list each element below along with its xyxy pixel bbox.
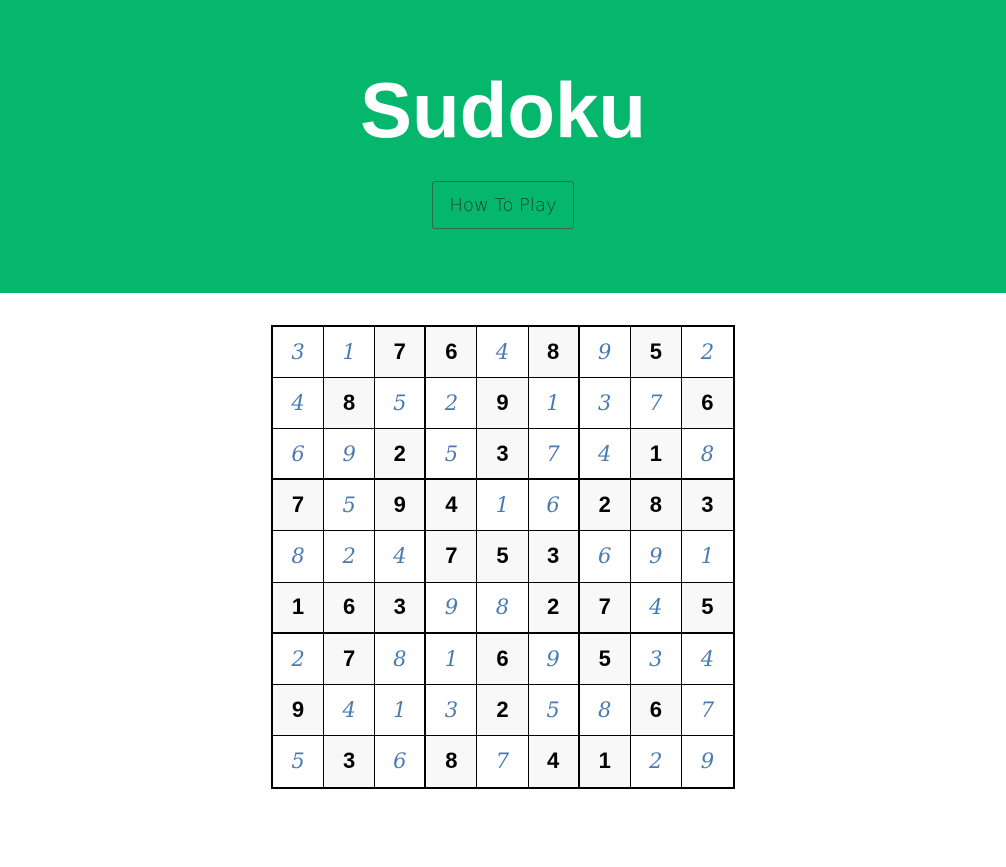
sudoku-cell-entry[interactable]: 2 — [426, 378, 478, 430]
sudoku-cell-given: 8 — [324, 378, 376, 430]
sudoku-cell-given: 7 — [324, 633, 376, 685]
sudoku-cell-given: 9 — [375, 480, 427, 532]
sudoku-cell-entry[interactable]: 1 — [375, 684, 427, 736]
sudoku-cell-given: 1 — [579, 735, 631, 787]
sudoku-cell-entry[interactable]: 5 — [273, 735, 325, 787]
sudoku-cell-entry[interactable]: 4 — [375, 531, 427, 583]
sudoku-cell-given: 7 — [426, 531, 478, 583]
sudoku-cell-given: 2 — [375, 429, 427, 481]
sudoku-cell-given: 9 — [477, 378, 529, 430]
sudoku-cell-entry[interactable]: 8 — [681, 429, 733, 481]
sudoku-cell-given: 3 — [681, 480, 733, 532]
sudoku-cell-entry[interactable]: 5 — [528, 684, 580, 736]
sudoku-cell-given: 6 — [477, 633, 529, 685]
sudoku-cell-entry[interactable]: 6 — [375, 735, 427, 787]
sudoku-cell-entry[interactable]: 2 — [324, 531, 376, 583]
sudoku-cell-entry[interactable]: 3 — [579, 378, 631, 430]
sudoku-cell-given: 5 — [477, 531, 529, 583]
sudoku-cell-entry[interactable]: 9 — [579, 327, 631, 379]
sudoku-cell-given: 5 — [579, 633, 631, 685]
sudoku-cell-given: 2 — [579, 480, 631, 532]
how-to-play-button[interactable]: How To Play — [432, 181, 574, 229]
header-banner: Sudoku How To Play — [0, 0, 1006, 293]
sudoku-cell-given: 7 — [273, 480, 325, 532]
sudoku-cell-entry[interactable]: 9 — [681, 735, 733, 787]
sudoku-cell-entry[interactable]: 9 — [630, 531, 682, 583]
sudoku-cell-entry[interactable]: 4 — [681, 633, 733, 685]
sudoku-cell-entry[interactable]: 7 — [630, 378, 682, 430]
sudoku-cell-entry[interactable]: 6 — [528, 480, 580, 532]
sudoku-cell-entry[interactable]: 3 — [273, 327, 325, 379]
sudoku-cell-entry[interactable]: 4 — [324, 684, 376, 736]
sudoku-cell-entry[interactable]: 8 — [273, 531, 325, 583]
sudoku-board: 3176489524852913766925374187594162838247… — [271, 325, 735, 789]
sudoku-cell-entry[interactable]: 4 — [579, 429, 631, 481]
sudoku-cell-entry[interactable]: 1 — [426, 633, 478, 685]
sudoku-cell-given: 5 — [681, 582, 733, 634]
sudoku-cell-given: 7 — [579, 582, 631, 634]
sudoku-cell-entry[interactable]: 9 — [426, 582, 478, 634]
sudoku-cell-entry[interactable]: 6 — [579, 531, 631, 583]
sudoku-cell-given: 3 — [324, 735, 376, 787]
sudoku-cell-entry[interactable]: 5 — [426, 429, 478, 481]
sudoku-cell-given: 9 — [273, 684, 325, 736]
sudoku-cell-given: 7 — [375, 327, 427, 379]
sudoku-cell-entry[interactable]: 1 — [477, 480, 529, 532]
sudoku-cell-given: 6 — [681, 378, 733, 430]
sudoku-cell-entry[interactable]: 4 — [477, 327, 529, 379]
sudoku-cell-given: 3 — [477, 429, 529, 481]
sudoku-cell-given: 6 — [426, 327, 478, 379]
sudoku-cell-entry[interactable]: 7 — [528, 429, 580, 481]
sudoku-cell-entry[interactable]: 7 — [681, 684, 733, 736]
sudoku-cell-entry[interactable]: 6 — [273, 429, 325, 481]
sudoku-cell-given: 4 — [528, 735, 580, 787]
sudoku-cell-entry[interactable]: 4 — [630, 582, 682, 634]
sudoku-cell-given: 4 — [426, 480, 478, 532]
sudoku-cell-given: 1 — [630, 429, 682, 481]
sudoku-cell-given: 2 — [477, 684, 529, 736]
sudoku-cell-entry[interactable]: 9 — [324, 429, 376, 481]
sudoku-cell-entry[interactable]: 7 — [477, 735, 529, 787]
sudoku-cell-given: 1 — [273, 582, 325, 634]
sudoku-cell-entry[interactable]: 8 — [579, 684, 631, 736]
sudoku-cell-entry[interactable]: 2 — [630, 735, 682, 787]
sudoku-cell-given: 3 — [528, 531, 580, 583]
sudoku-cell-given: 8 — [426, 735, 478, 787]
sudoku-cell-entry[interactable]: 3 — [630, 633, 682, 685]
sudoku-cell-given: 3 — [375, 582, 427, 634]
page-title: Sudoku — [360, 66, 646, 154]
sudoku-cell-given: 5 — [630, 327, 682, 379]
sudoku-cell-given: 8 — [630, 480, 682, 532]
sudoku-cell-entry[interactable]: 4 — [273, 378, 325, 430]
sudoku-cell-entry[interactable]: 2 — [273, 633, 325, 685]
sudoku-cell-entry[interactable]: 9 — [528, 633, 580, 685]
sudoku-cell-entry[interactable]: 5 — [324, 480, 376, 532]
sudoku-cell-entry[interactable]: 5 — [375, 378, 427, 430]
sudoku-cell-entry[interactable]: 1 — [681, 531, 733, 583]
sudoku-cell-entry[interactable]: 8 — [477, 582, 529, 634]
sudoku-cell-entry[interactable]: 2 — [681, 327, 733, 379]
sudoku-cell-entry[interactable]: 1 — [528, 378, 580, 430]
sudoku-cell-given: 2 — [528, 582, 580, 634]
sudoku-cell-entry[interactable]: 8 — [375, 633, 427, 685]
sudoku-cell-given: 6 — [630, 684, 682, 736]
sudoku-cell-entry[interactable]: 1 — [324, 327, 376, 379]
sudoku-cell-entry[interactable]: 3 — [426, 684, 478, 736]
sudoku-cell-given: 8 — [528, 327, 580, 379]
sudoku-cell-given: 6 — [324, 582, 376, 634]
